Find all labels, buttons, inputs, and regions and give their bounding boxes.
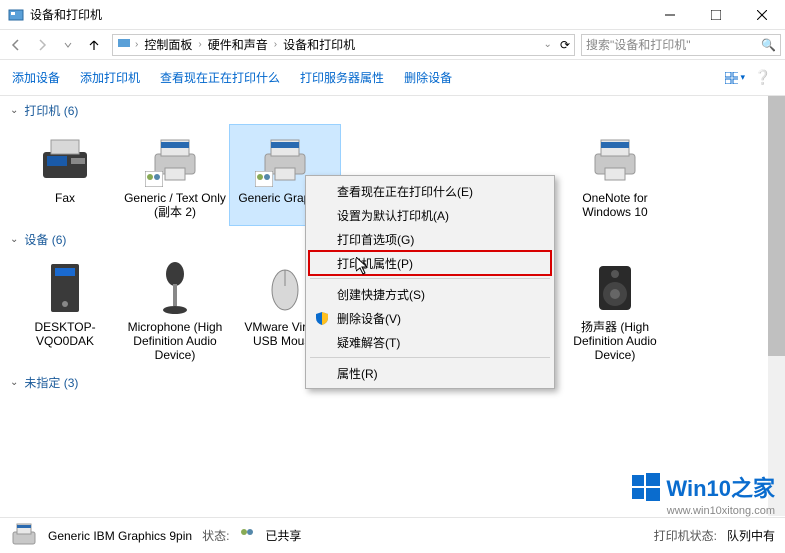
- section-title: 设备 (6): [24, 231, 66, 248]
- menu-view-queue[interactable]: 查看现在正在打印什么(E): [309, 179, 551, 203]
- menu-label: 设置为默认打印机(A): [337, 207, 449, 224]
- refresh-icon[interactable]: ⟳: [560, 38, 570, 52]
- menu-properties[interactable]: 属性(R): [309, 361, 551, 385]
- menu-label: 查看现在正在打印什么(E): [337, 183, 473, 200]
- status-printer-label: 打印机状态:: [654, 527, 717, 544]
- forward-button[interactable]: [30, 33, 54, 57]
- menu-create-shortcut[interactable]: 创建快捷方式(S): [309, 282, 551, 306]
- view-options-button[interactable]: ▾: [725, 68, 745, 88]
- chevron-down-icon: ⌄: [10, 105, 18, 116]
- add-device-button[interactable]: 添加设备: [12, 69, 60, 86]
- device-label: OneNote for Windows 10: [564, 191, 666, 219]
- chevron-right-icon: ›: [135, 39, 138, 50]
- mic-icon: [145, 260, 205, 316]
- device-label: 扬声器 (High Definition Audio Device): [564, 320, 666, 362]
- search-placeholder: 搜索"设备和打印机": [586, 36, 691, 53]
- view-queue-button[interactable]: 查看现在正在打印什么: [160, 69, 280, 86]
- menu-set-default[interactable]: 设置为默认打印机(A): [309, 203, 551, 227]
- remove-device-button[interactable]: 删除设备: [404, 69, 452, 86]
- device-item-speaker[interactable]: 扬声器 (High Definition Audio Device): [560, 254, 670, 368]
- device-item-microphone[interactable]: Microphone (High Definition Audio Device…: [120, 254, 230, 368]
- breadcrumb-item[interactable]: 设备和打印机: [281, 36, 357, 53]
- device-item-generic-text[interactable]: Generic / Text Only (副本 2): [120, 125, 230, 225]
- chevron-right-icon: ›: [274, 39, 277, 50]
- status-device-name: Generic IBM Graphics 9pin: [48, 529, 192, 543]
- window-title: 设备和打印机: [30, 6, 102, 23]
- device-label: Fax: [55, 191, 75, 205]
- menu-label: 属性(R): [337, 365, 378, 382]
- pc-icon: [35, 260, 95, 316]
- section-header-printers[interactable]: ⌄ 打印机 (6): [0, 96, 785, 125]
- shield-icon: [314, 310, 330, 326]
- section-title: 打印机 (6): [24, 102, 78, 119]
- device-label: Microphone (High Definition Audio Device…: [124, 320, 226, 362]
- device-item-onenote[interactable]: OneNote for Windows 10: [560, 125, 670, 225]
- menu-label: 删除设备(V): [337, 310, 401, 327]
- titlebar: 设备和打印机: [0, 0, 785, 30]
- menu-label: 打印机属性(P): [337, 255, 413, 272]
- device-item-fax[interactable]: Fax: [10, 125, 120, 225]
- up-button[interactable]: [82, 33, 106, 57]
- windows-logo-icon: [632, 473, 660, 501]
- close-button[interactable]: [739, 0, 785, 30]
- menu-printer-properties[interactable]: 打印机属性(P): [309, 251, 551, 275]
- add-printer-button[interactable]: 添加打印机: [80, 69, 140, 86]
- navbar: › 控制面板 › 硬件和声音 › 设备和打印机 ⌄ ⟳ 搜索"设备和打印机" 🔍: [0, 30, 785, 60]
- printer-icon: [10, 522, 38, 550]
- watermark-text: Win10之家: [666, 471, 775, 503]
- help-button[interactable]: ❔: [753, 68, 773, 88]
- breadcrumb[interactable]: › 控制面板 › 硬件和声音 › 设备和打印机 ⌄ ⟳: [112, 34, 575, 56]
- maximize-button[interactable]: [693, 0, 739, 30]
- chevron-down-icon: ⌄: [10, 377, 18, 388]
- printer-icon: [145, 131, 205, 187]
- search-icon: 🔍: [761, 38, 776, 52]
- menu-separator: [310, 278, 550, 279]
- device-label: DESKTOP-VQO0DAK: [14, 320, 116, 348]
- fax-icon: [35, 131, 95, 187]
- device-item-desktop[interactable]: DESKTOP-VQO0DAK: [10, 254, 120, 368]
- printer-icon: [585, 131, 645, 187]
- context-menu: 查看现在正在打印什么(E) 设置为默认打印机(A) 打印首选项(G) 打印机属性…: [305, 175, 555, 389]
- menu-troubleshoot[interactable]: 疑难解答(T): [309, 330, 551, 354]
- chevron-down-icon: ⌄: [10, 234, 18, 245]
- toolbar: 添加设备 添加打印机 查看现在正在打印什么 打印服务器属性 删除设备 ▾ ❔: [0, 60, 785, 96]
- menu-label: 疑难解答(T): [337, 334, 400, 351]
- speaker-icon: [585, 260, 645, 316]
- chevron-right-icon: ›: [198, 39, 201, 50]
- status-state-label: 状态:: [202, 527, 229, 544]
- watermark: Win10之家 www.win10xitong.com: [632, 471, 775, 517]
- watermark-url: www.win10xitong.com: [632, 505, 775, 517]
- menu-remove-device[interactable]: 删除设备(V): [309, 306, 551, 330]
- breadcrumb-item[interactable]: 控制面板: [142, 36, 194, 53]
- menu-label: 创建快捷方式(S): [337, 286, 425, 303]
- window-icon: [8, 7, 24, 23]
- shared-icon: [239, 527, 255, 544]
- history-dropdown[interactable]: [56, 33, 80, 57]
- status-printer-value: 队列中有: [727, 527, 775, 544]
- menu-label: 打印首选项(G): [337, 231, 414, 248]
- device-label: Generic / Text Only (副本 2): [124, 191, 226, 219]
- print-server-props-button[interactable]: 打印服务器属性: [300, 69, 384, 86]
- statusbar: Generic IBM Graphics 9pin 状态: 已共享 打印机状态:…: [0, 517, 785, 553]
- back-button[interactable]: [4, 33, 28, 57]
- status-shared: 已共享: [265, 527, 301, 544]
- menu-print-preferences[interactable]: 打印首选项(G): [309, 227, 551, 251]
- breadcrumb-item[interactable]: 硬件和声音: [206, 36, 270, 53]
- chevron-down-icon[interactable]: ⌄: [544, 39, 552, 50]
- vertical-scrollbar[interactable]: [768, 96, 785, 516]
- section-title: 未指定 (3): [24, 374, 78, 391]
- devices-icon: [117, 36, 131, 53]
- menu-separator: [310, 357, 550, 358]
- scrollbar-thumb[interactable]: [768, 96, 785, 356]
- search-input[interactable]: 搜索"设备和打印机" 🔍: [581, 34, 781, 56]
- minimize-button[interactable]: [647, 0, 693, 30]
